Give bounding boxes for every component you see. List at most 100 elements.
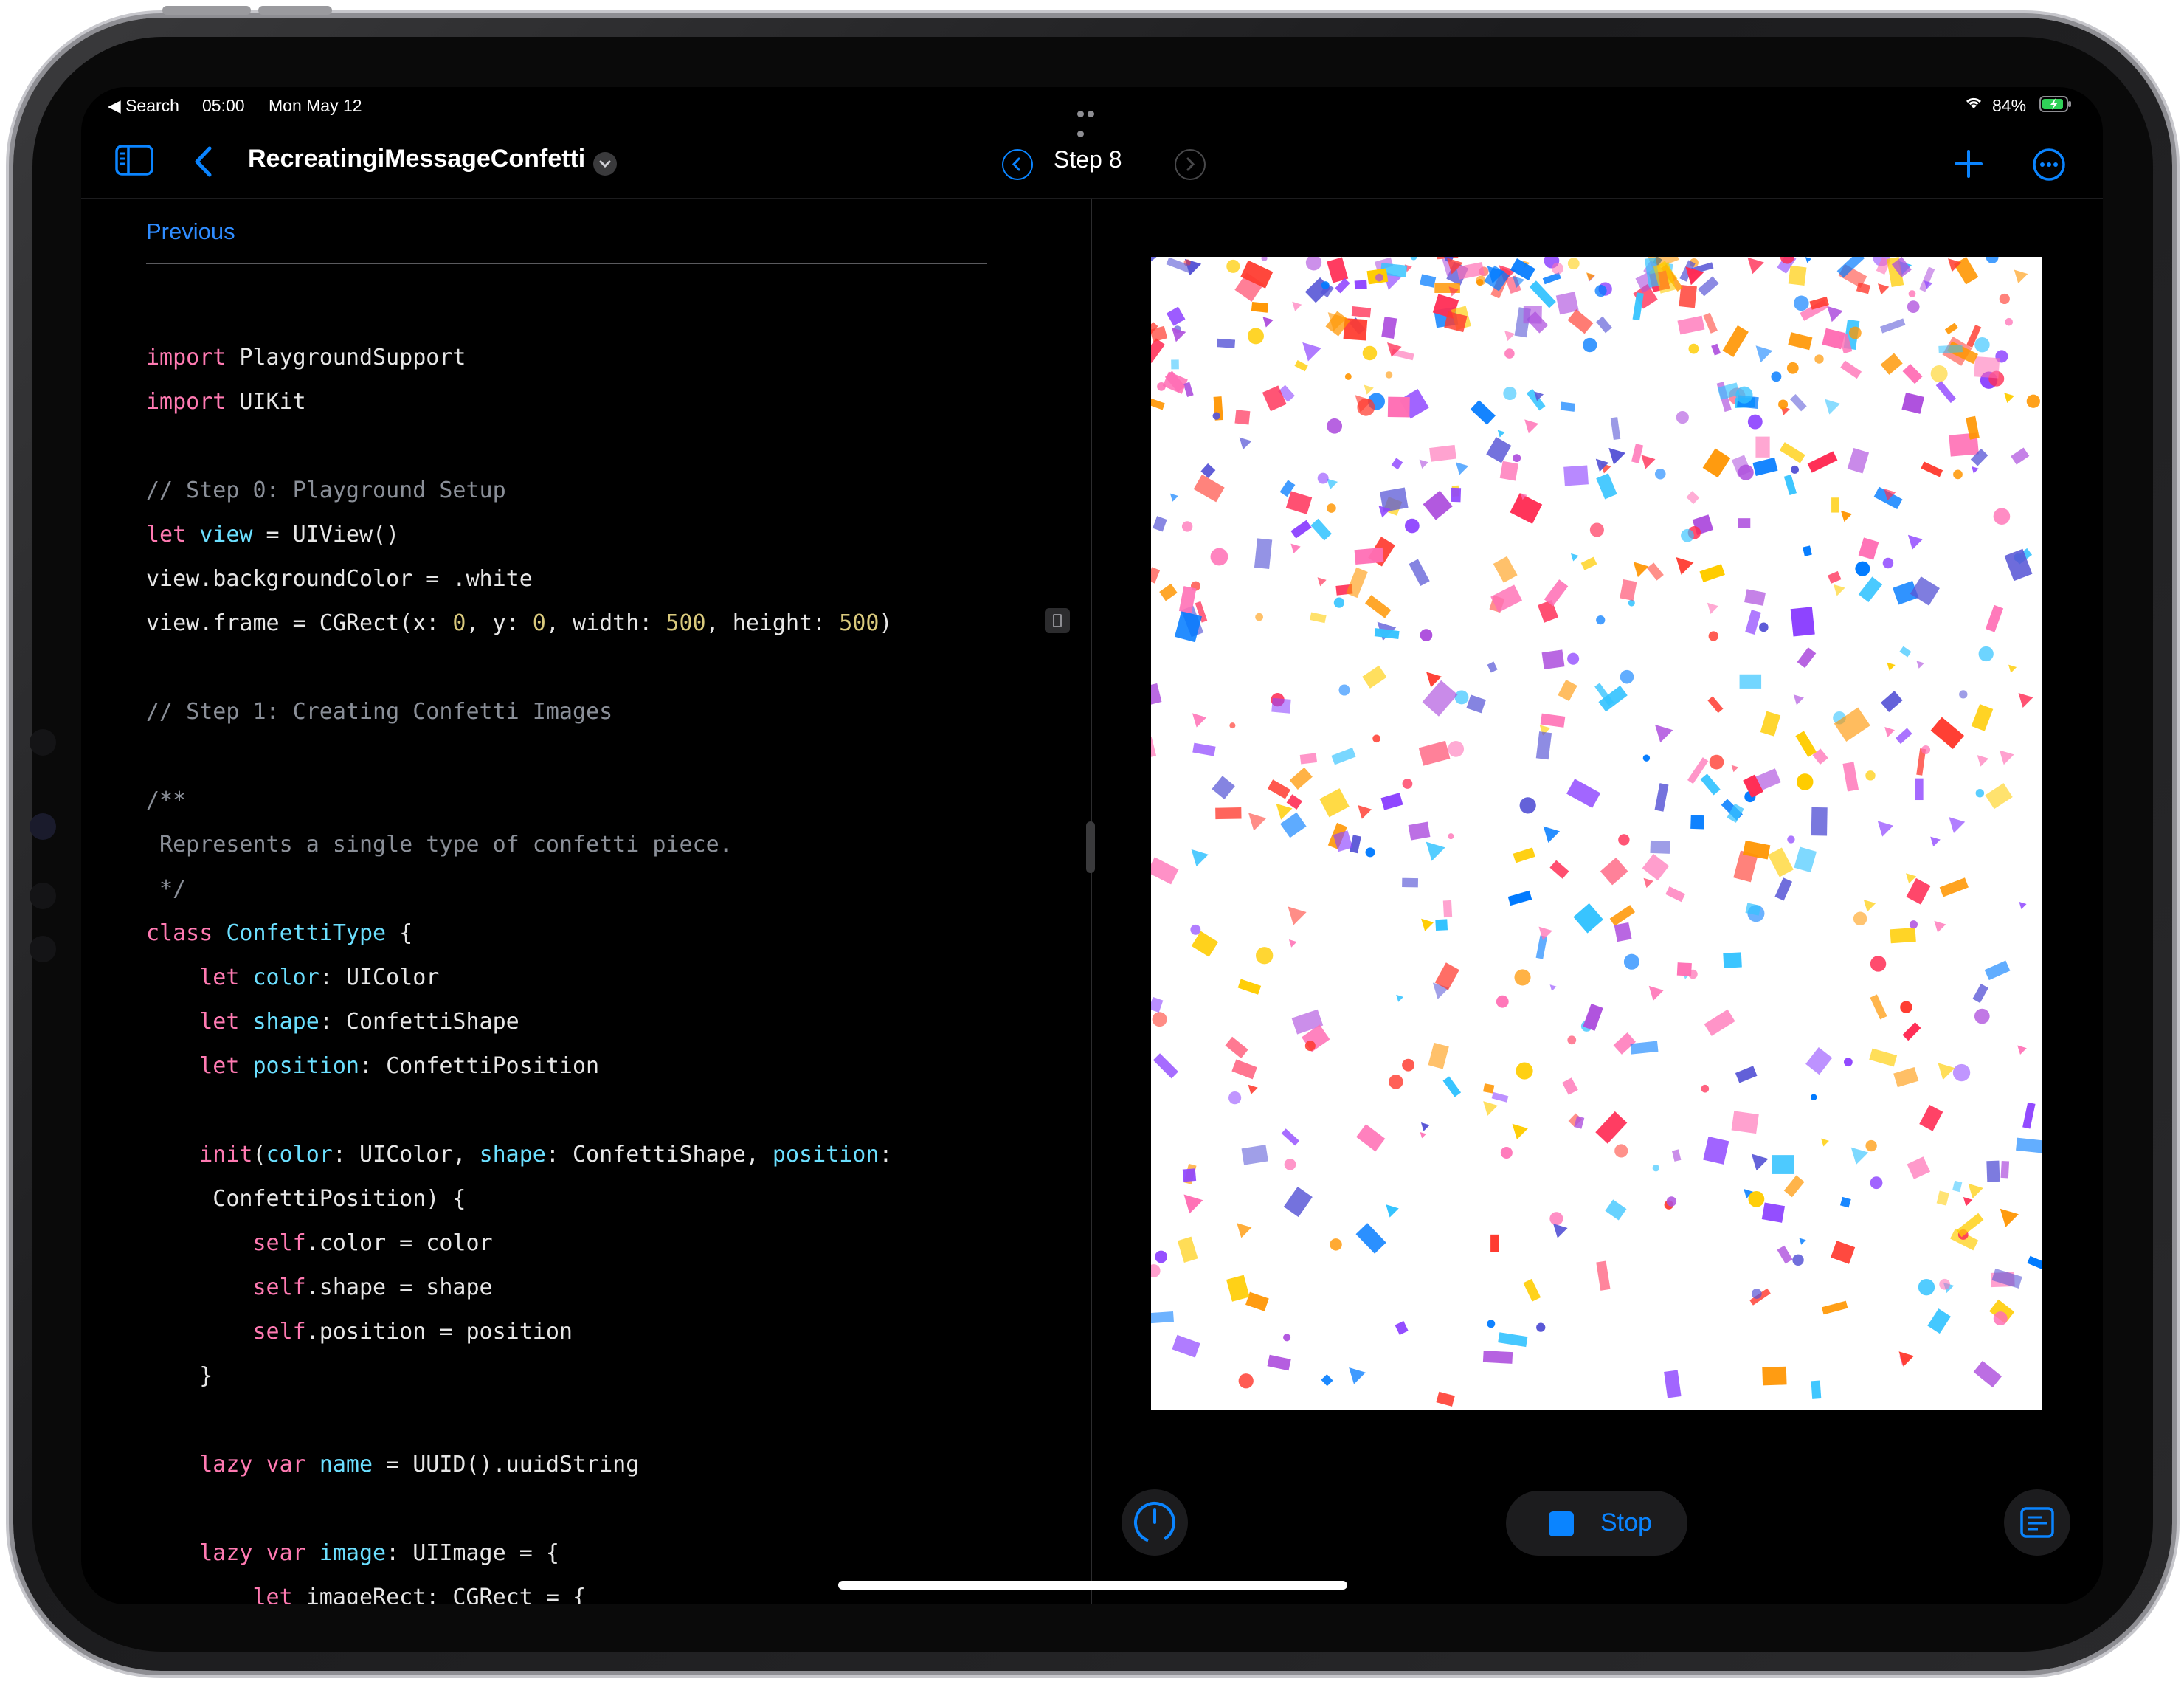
code-line[interactable]: // Step 0: Playground Setup — [146, 469, 506, 513]
stop-button[interactable]: Stop — [1506, 1491, 1687, 1556]
confetti-piece — [1426, 841, 1445, 861]
code-line[interactable]: view.backgroundColor = .white — [146, 557, 533, 601]
confetti-piece — [1702, 448, 1731, 478]
code-line[interactable]: view.frame = CGRect(x: 0, y: 0, width: 5… — [146, 601, 892, 646]
confetti-piece — [2022, 1102, 2036, 1129]
confetti-piece — [1974, 337, 1990, 353]
confetti-piece — [1455, 462, 1469, 475]
confetti-piece — [1365, 847, 1375, 858]
back-button[interactable] — [193, 146, 212, 181]
confetti-piece — [1212, 776, 1235, 799]
home-indicator[interactable] — [838, 1581, 1347, 1590]
confetti-piece — [1514, 969, 1531, 986]
confetti-piece — [1151, 996, 1164, 1013]
code-line[interactable]: Represents a single type of confetti pie… — [146, 823, 733, 867]
confetti-piece — [1344, 373, 1352, 380]
code-line[interactable]: import UIKit — [146, 380, 306, 424]
multitasking-dots[interactable] — [1077, 102, 1107, 137]
code-line[interactable]: let shape: ConfettiShape — [146, 1000, 519, 1044]
confetti-canvas — [1151, 257, 2042, 1407]
confetti-piece — [1358, 805, 1372, 819]
confetti-piece — [1151, 257, 1157, 266]
confetti-piece — [1870, 956, 1887, 972]
code-line[interactable]: import PlaygroundSupport — [146, 336, 466, 380]
confetti-piece — [1767, 847, 1794, 877]
previous-step-button[interactable] — [1002, 149, 1033, 180]
confetti-piece — [1783, 474, 1797, 496]
confetti-piece — [1327, 478, 1338, 490]
confetti-piece — [1978, 646, 1994, 662]
code-line[interactable]: lazy var image: UIImage = { — [146, 1531, 559, 1576]
confetti-piece — [1338, 684, 1350, 696]
code-line[interactable]: class ConfettiType { — [146, 911, 412, 956]
confetti-piece — [1974, 1008, 1990, 1024]
gauge-button[interactable] — [1122, 1489, 1188, 1556]
code-line[interactable]: let position: ConfettiPosition — [146, 1044, 599, 1089]
project-title[interactable]: RecreatingiMessageConfetti — [248, 145, 585, 173]
confetti-piece — [1504, 348, 1515, 359]
code-line[interactable]: ConfettiPosition) { — [146, 1177, 466, 1221]
code-line[interactable]: } — [146, 1354, 212, 1398]
code-line[interactable]: self.position = position — [146, 1310, 573, 1354]
code-line[interactable]: lazy var name = UUID().uuidString — [146, 1443, 639, 1487]
confetti-piece — [1751, 1153, 1769, 1171]
code-line[interactable]: */ — [146, 867, 186, 911]
confetti-piece — [1608, 447, 1626, 465]
code-token: let — [252, 1584, 293, 1604]
code-line[interactable]: self.color = color — [146, 1221, 493, 1266]
back-to-app[interactable]: ◀ Search — [108, 96, 179, 116]
confetti-piece — [1865, 1139, 1877, 1152]
code-token: Represents a single type of confetti pie… — [146, 832, 733, 858]
confetti-piece — [1771, 371, 1782, 382]
sidebar-icon[interactable] — [115, 145, 153, 179]
code-token: .color = color — [305, 1230, 493, 1256]
confetti-piece — [1486, 437, 1512, 463]
confetti-piece — [1745, 610, 1761, 635]
confetti-piece — [1553, 1224, 1568, 1238]
confetti-piece — [1762, 1366, 1787, 1386]
confetti-piece — [1271, 697, 1291, 714]
previous-link[interactable]: Previous — [146, 218, 235, 245]
confetti-piece — [1524, 419, 1539, 434]
confetti-piece — [1476, 278, 1484, 286]
confetti-piece — [1676, 411, 1689, 424]
confetti-piece — [1582, 337, 1597, 353]
code-line[interactable]: // Step 1: Creating Confetti Images — [146, 690, 612, 734]
code-line[interactable]: let view = UIView() — [146, 513, 399, 557]
confetti-piece — [1357, 398, 1375, 416]
confetti-piece — [1151, 683, 1162, 705]
confetti-piece — [1589, 522, 1604, 537]
code-line[interactable]: let imageRect: CGRect = { — [146, 1576, 587, 1604]
code-line[interactable]: self.shape = shape — [146, 1266, 493, 1310]
confetti-piece — [1151, 857, 1179, 885]
confetti-piece — [1628, 599, 1635, 607]
code-token: name — [319, 1452, 373, 1477]
code-line[interactable]: init(color: UIColor, shape: ConfettiShap… — [146, 1133, 892, 1177]
confetti-piece — [1212, 412, 1220, 420]
confetti-piece — [1993, 508, 2011, 525]
plus-icon[interactable] — [1954, 149, 1983, 182]
result-marker[interactable] — [1045, 608, 1070, 633]
confetti-piece — [1935, 381, 1957, 404]
ellipsis-circle-icon[interactable] — [2032, 148, 2066, 185]
code-token: color — [252, 965, 319, 990]
code-line[interactable]: /** — [146, 779, 186, 823]
confetti-piece — [1972, 983, 1988, 1004]
confetti-piece — [1512, 1123, 1528, 1140]
confetti-piece — [1952, 1180, 1963, 1193]
confetti-piece — [1420, 1122, 1430, 1131]
volume-button — [258, 6, 332, 15]
code-line[interactable]: let color: UIColor — [146, 956, 439, 1000]
next-step-button[interactable] — [1175, 149, 1206, 180]
confetti-piece — [1172, 328, 1186, 342]
code-token: // Step 0: Playground Setup — [146, 477, 506, 503]
confetti-piece — [1225, 1036, 1248, 1059]
confetti-piece — [1151, 1311, 1174, 1324]
chevron-down-icon[interactable] — [593, 152, 617, 176]
confetti-piece — [1934, 920, 1946, 933]
confetti-piece — [1573, 903, 1603, 934]
confetti-piece — [1330, 1238, 1342, 1251]
split-handle[interactable] — [1086, 821, 1095, 873]
console-button[interactable] — [2004, 1489, 2070, 1556]
confetti-piece — [1226, 1275, 1250, 1302]
